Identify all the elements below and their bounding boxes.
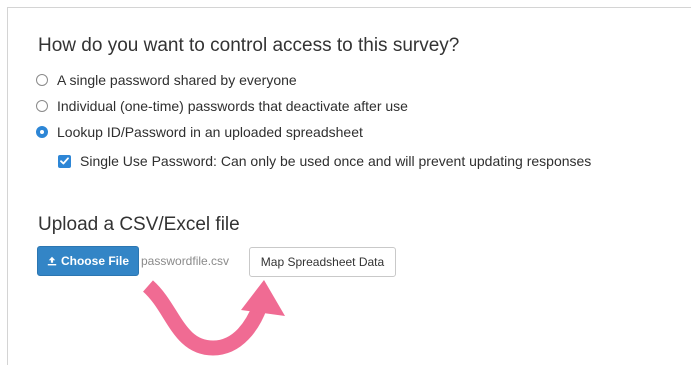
curved-arrow-icon <box>142 280 285 356</box>
choose-file-label: Choose File <box>60 254 129 268</box>
radio-individual-passwords[interactable] <box>36 100 48 112</box>
single-use-password-checkbox[interactable] <box>58 154 71 168</box>
checkmark-icon <box>60 157 69 165</box>
radio-lookup-spreadsheet[interactable] <box>36 126 48 138</box>
upload-icon <box>47 256 57 266</box>
option-single-password[interactable]: A single password shared by everyone <box>36 70 297 90</box>
map-spreadsheet-data-label: Map Spreadsheet Data <box>260 255 385 269</box>
option-individual-passwords[interactable]: Individual (one-time) passwords that dea… <box>36 96 408 116</box>
option-individual-passwords-label: Individual (one-time) passwords that dea… <box>57 98 408 114</box>
option-lookup-spreadsheet[interactable]: Lookup ID/Password in an uploaded spread… <box>36 122 363 142</box>
option-single-password-label: A single password shared by everyone <box>57 72 297 88</box>
option-lookup-spreadsheet-label: Lookup ID/Password in an uploaded spread… <box>57 124 363 140</box>
access-settings-panel: How do you want to control access to thi… <box>7 7 691 365</box>
access-question-heading: How do you want to control access to thi… <box>38 35 460 56</box>
upload-heading: Upload a CSV/Excel file <box>38 214 240 235</box>
single-use-password-option[interactable]: Single Use Password: Can only be used on… <box>58 151 591 171</box>
choose-file-button[interactable]: Choose File <box>37 246 139 276</box>
selected-file-name: passwordfile.csv <box>141 254 230 268</box>
screenshot-canvas: How do you want to control access to thi… <box>0 0 691 365</box>
single-use-password-label: Single Use Password: Can only be used on… <box>80 153 592 169</box>
radio-single-password[interactable] <box>36 74 48 86</box>
